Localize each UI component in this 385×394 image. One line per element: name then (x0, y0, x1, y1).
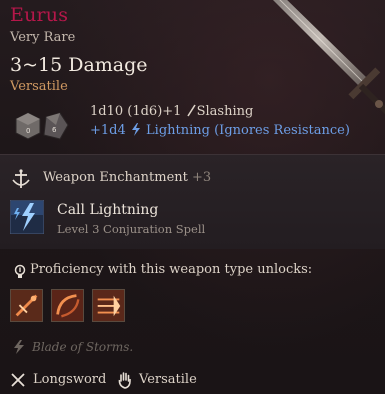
damage-row-bonus: +1d4 Lightning (Ignores Resistance) (90, 123, 350, 138)
proficiency-icon (14, 264, 26, 278)
item-tooltip: Eurus Very Rare 3~15 Damage Versatile 0 … (0, 0, 385, 394)
footer-property[interactable]: Versatile (139, 372, 197, 387)
enchantment-bonus: +3 (192, 170, 212, 185)
svg-text:0: 0 (26, 127, 30, 135)
damage-row-base: 1d10 (1d6)+1 Slashing (90, 104, 253, 119)
lightning-bolt-icon (131, 123, 140, 136)
spell-subtitle: Level 3 Conjuration Spell (57, 222, 206, 236)
flavor-text: Blade of Storms. (32, 340, 134, 354)
item-name: Eurus (10, 4, 69, 26)
action-icon-3[interactable] (92, 289, 125, 322)
damage-dice: 1d10 (1d6)+1 (90, 104, 182, 119)
hand-icon (118, 372, 131, 389)
enchantment-section: Weapon Enchantment +3 Call Lightning Lev… (0, 154, 385, 249)
proficiency-text: Proficiency with this weapon type unlock… (30, 262, 313, 277)
action-icon-1[interactable] (10, 289, 43, 322)
slash-icon (186, 104, 196, 117)
action-icon-2[interactable] (51, 289, 84, 322)
enchantment-title[interactable]: Weapon Enchantment +3 (43, 170, 211, 185)
dice-icon: 0 6 (15, 112, 69, 140)
call-lightning-icon[interactable] (10, 200, 44, 234)
weapon-property[interactable]: Versatile (10, 79, 68, 94)
storm-icon (14, 340, 24, 354)
damage-type-lightning[interactable]: Lightning (Ignores Resistance) (146, 123, 350, 138)
longsword-image (273, 0, 385, 114)
damage-range: 3~15 Damage (10, 54, 148, 76)
enchantment-icon (12, 169, 30, 188)
crossed-swords-icon (11, 373, 25, 387)
damage-type-slashing[interactable]: Slashing (197, 104, 254, 119)
bonus-dice: +1d4 (90, 123, 126, 138)
enchantment-label: Weapon Enchantment (43, 170, 188, 185)
item-rarity: Very Rare (10, 30, 76, 45)
svg-text:6: 6 (52, 126, 57, 134)
spell-name[interactable]: Call Lightning (57, 202, 158, 218)
weapon-type[interactable]: Longsword (33, 372, 106, 387)
